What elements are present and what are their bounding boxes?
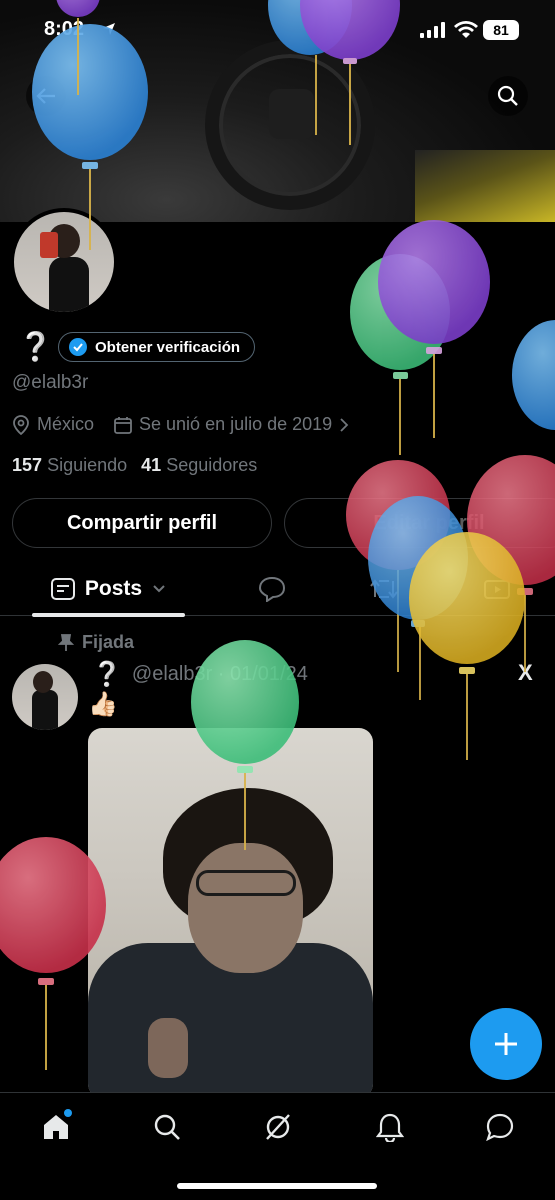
- nav-messages[interactable]: [480, 1107, 520, 1147]
- nav-grok[interactable]: [258, 1107, 298, 1147]
- balloon-green-post: [191, 640, 299, 850]
- messages-icon: [486, 1113, 514, 1141]
- nav-notifications[interactable]: [370, 1107, 410, 1147]
- home-icon: [44, 1115, 68, 1139]
- nav-explore[interactable]: [147, 1107, 187, 1147]
- home-indicator[interactable]: [177, 1183, 377, 1189]
- balloon-red-left: [0, 837, 106, 1070]
- explore-icon: [154, 1114, 180, 1140]
- balloon-blue-edge: [512, 320, 555, 430]
- balloon-blue-topleft: [32, 24, 148, 250]
- balloon-yellow-mid: [409, 532, 525, 760]
- home-notification-dot: [64, 1109, 72, 1117]
- nav-home[interactable]: [36, 1107, 76, 1147]
- grok-icon: [266, 1114, 290, 1140]
- notifications-icon: [376, 1113, 404, 1142]
- balloon-celebration-overlay: [0, 0, 555, 1070]
